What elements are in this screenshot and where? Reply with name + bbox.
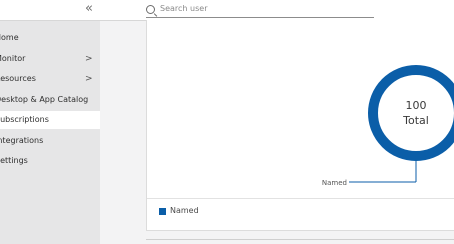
sidebar-item-settings[interactable]: Settings <box>0 152 100 170</box>
sidebar-item-subscriptions[interactable]: Subscriptions <box>0 111 100 129</box>
search-input[interactable]: Search user <box>146 3 374 18</box>
legend-label-named[interactable]: Named <box>170 206 199 215</box>
sidebar-item-label: Resources <box>0 74 36 83</box>
search-placeholder: Search user <box>160 4 208 13</box>
donut-slice-named[interactable] <box>368 65 454 161</box>
sidebar-item-monitor[interactable]: Monitor > <box>0 50 100 68</box>
search-icon <box>146 5 155 14</box>
legend-swatch-named <box>159 208 166 215</box>
legend-divider <box>147 198 454 199</box>
donut-chart: Named 100 Total <box>322 65 454 187</box>
sidebar-item-label: Subscriptions <box>0 115 49 124</box>
donut-center-label: Total <box>402 114 429 127</box>
collapse-sidebar-icon[interactable]: « <box>85 2 93 16</box>
chevron-right-icon: > <box>85 54 93 64</box>
sidebar-item-home[interactable]: Home <box>0 29 100 47</box>
sidebar-item-resources[interactable]: Resources > <box>0 70 100 88</box>
chart-card: Named 100 Total Named <box>146 20 454 231</box>
sidebar-item-label: Monitor <box>0 54 26 63</box>
top-bar: « Search user <box>0 0 454 21</box>
sidebar: Home Monitor > Resources > Desktop & App… <box>0 21 100 244</box>
donut-center-value: 100 <box>406 99 427 112</box>
sidebar-item-label: Home <box>0 33 19 42</box>
sidebar-item-integrations[interactable]: Integrations <box>0 132 100 150</box>
sidebar-item-desktop-app-catalog[interactable]: Desktop & App Catalog <box>0 91 100 109</box>
sidebar-item-label: Settings <box>0 156 28 165</box>
sidebar-item-label: Desktop & App Catalog <box>0 95 89 104</box>
next-card-border <box>146 239 454 240</box>
chevron-right-icon: > <box>85 74 93 84</box>
slice-label: Named <box>322 179 347 187</box>
sidebar-item-label: Integrations <box>0 136 44 145</box>
